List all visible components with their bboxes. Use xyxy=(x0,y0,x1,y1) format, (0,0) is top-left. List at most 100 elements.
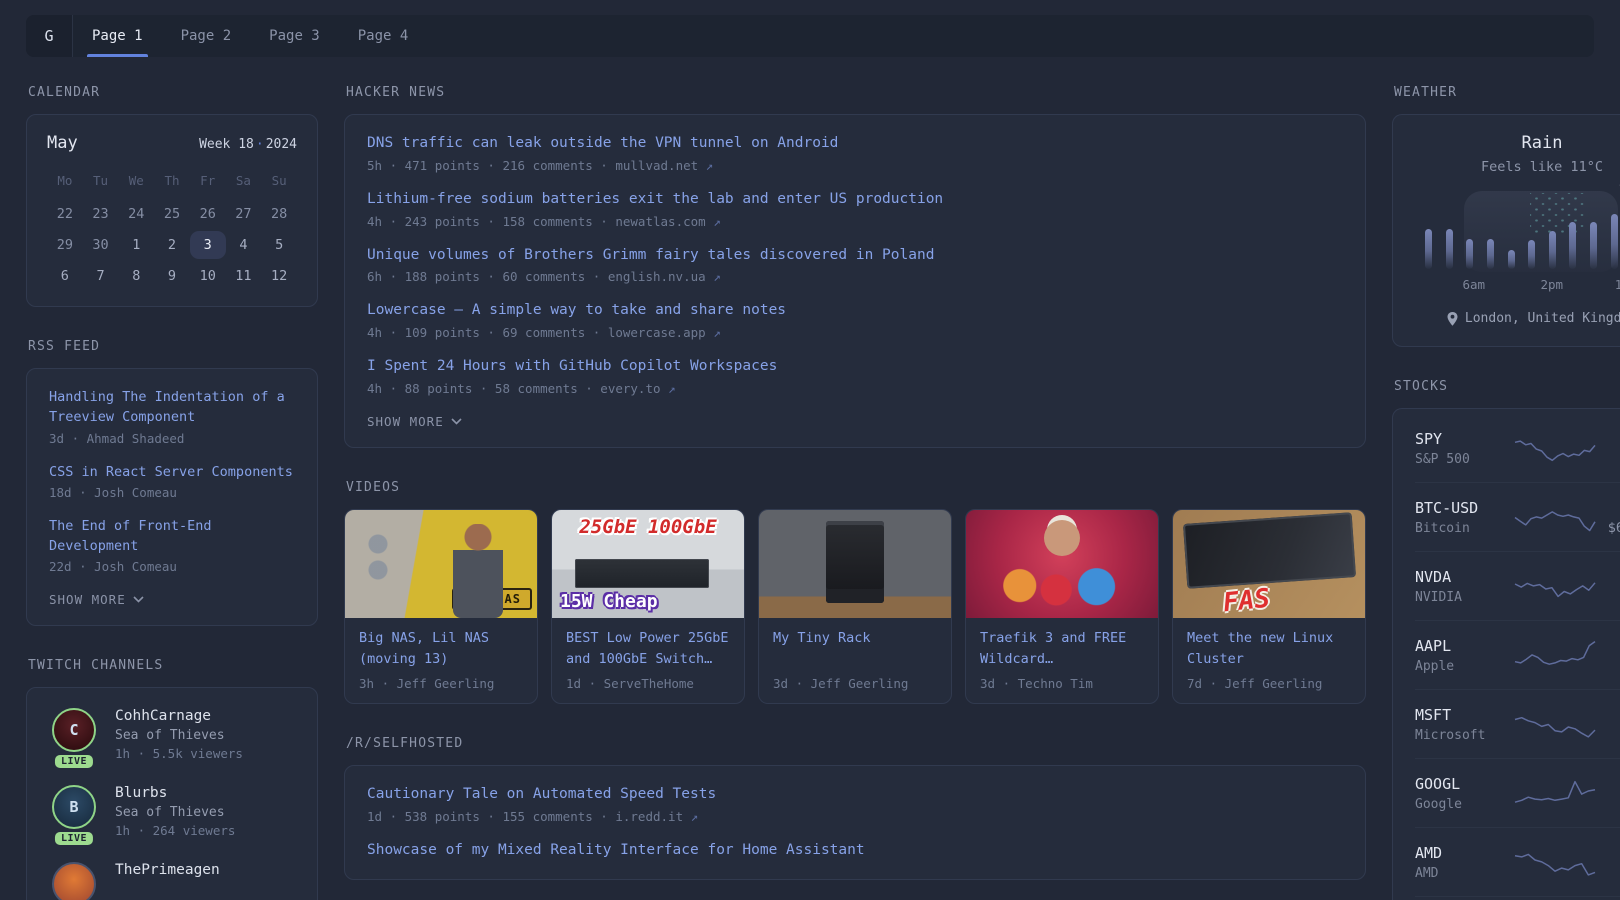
calendar-day-selected: 3 xyxy=(190,231,226,259)
video-card: My Tiny Rack 3d · Jeff Geerling xyxy=(758,509,952,704)
video-thumbnail[interactable] xyxy=(966,510,1158,618)
hackernews-item-title[interactable]: Lithium-free sodium batteries exit the l… xyxy=(367,189,1343,211)
stock-id: AMDAMD xyxy=(1415,844,1513,881)
video-title[interactable]: Traefik 3 and FREE Wildcard… xyxy=(980,628,1144,670)
calendar-day: 6 xyxy=(47,262,83,290)
calendar-day: 27 xyxy=(226,200,262,228)
hackernews-section: HACKER NEWS DNS traffic can leak outside… xyxy=(344,85,1366,448)
stock-name: Bitcoin xyxy=(1415,521,1513,536)
reddit-item-title[interactable]: Cautionary Tale on Automated Speed Tests xyxy=(367,784,1343,806)
chevron-down-icon xyxy=(133,596,144,603)
sparkline-chart xyxy=(1513,567,1597,605)
calendar-day: 12 xyxy=(261,262,297,290)
calendar-day: 23 xyxy=(83,200,119,228)
weekday-label: Sa xyxy=(226,173,262,188)
video-thumbnail[interactable]: FAS xyxy=(1173,510,1365,618)
stock-price: $888.40 xyxy=(1597,589,1620,605)
weekday-label: Mo xyxy=(47,173,83,188)
weather-section: WEATHER Rain Feels like 11°C 12° 6am2pm1… xyxy=(1392,85,1620,347)
stock-row[interactable]: SPYS&P 500+1.29%$511.57 xyxy=(1415,414,1620,482)
video-title[interactable]: BEST Low Power 25GbE and 100GbE Switch… xyxy=(566,628,730,670)
stock-row[interactable]: AAPLApple+6.87%$184.91 xyxy=(1415,620,1620,689)
stock-symbol: MSFT xyxy=(1415,706,1513,724)
tab-page-4[interactable]: Page 4 xyxy=(339,15,428,57)
rss-meta-text: 3d · Ahmad Shadeed xyxy=(49,431,184,446)
external-link-icon: ↗ xyxy=(713,214,721,229)
reddit-widget: Cautionary Tale on Automated Speed Tests… xyxy=(344,765,1366,881)
hackernews-item-title[interactable]: DNS traffic can leak outside the VPN tun… xyxy=(367,133,1343,155)
hackernews-meta-text: 6h · 188 points · 60 comments · xyxy=(367,269,608,284)
app-logo[interactable]: G xyxy=(26,15,73,57)
stock-row[interactable]: GOOGLGoogle+0.10%$166.78 xyxy=(1415,758,1620,827)
reddit-item-domain: i.redd.it xyxy=(615,809,690,824)
sparkline-chart xyxy=(1513,429,1597,467)
chevron-down-icon xyxy=(451,418,462,425)
stock-values: +4.40%$61,725.48 xyxy=(1597,498,1620,536)
avatar-wrap: BLIVE xyxy=(49,785,99,838)
video-title[interactable]: My Tiny Rack xyxy=(773,628,937,670)
stock-row[interactable]: RDDT-1.65% xyxy=(1415,896,1620,900)
hackernews-item-title[interactable]: I Spent 24 Hours with GitHub Copilot Wor… xyxy=(367,356,1343,378)
tab-page-2[interactable]: Page 2 xyxy=(162,15,251,57)
hackernews-item-title[interactable]: Unique volumes of Brothers Grimm fairy t… xyxy=(367,245,1343,267)
stock-row[interactable]: BTC-USDBitcoin +4.40%$61,725.48 xyxy=(1415,482,1620,551)
rss-show-more-button[interactable]: SHOW MORE xyxy=(49,592,295,607)
hackernews-item: I Spent 24 Hours with GitHub Copilot Wor… xyxy=(367,356,1343,396)
calendar-days: 222324252627282930123456789101112 xyxy=(47,200,297,290)
stock-values: +1.29%$511.57 xyxy=(1597,429,1620,467)
separator-dot: · xyxy=(254,137,266,152)
tab-page-1[interactable]: Page 1 xyxy=(73,15,162,57)
twitch-channel-game: Sea of Thieves xyxy=(115,728,243,743)
rss-item-title[interactable]: Handling The Indentation of a Treeview C… xyxy=(49,387,295,428)
stock-row[interactable]: MSFTMicrosoft+2.16%$406.43 xyxy=(1415,689,1620,758)
twitch-channel-game: Sea of Thieves xyxy=(115,805,235,820)
hackernews-item-title[interactable]: Lowercase – A simple way to take and sha… xyxy=(367,300,1343,322)
thumbnail-text: LIL NAS xyxy=(452,588,532,610)
weather-time-label: 10pm xyxy=(1615,277,1620,292)
rss-items: Handling The Indentation of a Treeview C… xyxy=(49,387,295,574)
thumbnail-text: 25GbE 100GbE xyxy=(552,516,744,538)
video-meta: 3d · Jeff Geerling xyxy=(773,676,937,691)
hackernews-items: DNS traffic can leak outside the VPN tun… xyxy=(367,133,1343,396)
reddit-item-title[interactable]: Showcase of my Mixed Reality Interface f… xyxy=(367,840,1343,862)
hackernews-show-more-button[interactable]: SHOW MORE xyxy=(367,414,1343,429)
calendar-day: 26 xyxy=(190,200,226,228)
stock-id: GOOGLGoogle xyxy=(1415,775,1513,812)
hackernews-item: Lowercase – A simple way to take and sha… xyxy=(367,300,1343,340)
right-column: WEATHER Rain Feels like 11°C 12° 6am2pm1… xyxy=(1392,85,1620,900)
stock-row[interactable]: NVDANVIDIA+3.52%$888.40 xyxy=(1415,551,1620,620)
weather-bar xyxy=(1466,239,1473,269)
avatar xyxy=(52,862,96,900)
stock-sparkline xyxy=(1513,705,1597,743)
external-link-icon: ↗ xyxy=(713,269,721,284)
stock-row[interactable]: AMDAMD +2.94%$150.45 xyxy=(1415,827,1620,896)
live-badge: LIVE xyxy=(55,832,93,845)
section-title-stocks: STOCKS xyxy=(1394,379,1620,394)
stock-name: Google xyxy=(1415,797,1513,812)
twitch-channel-row[interactable]: BLIVEBlurbsSea of Thieves1h · 264 viewer… xyxy=(49,785,295,838)
external-link-icon: ↗ xyxy=(691,809,699,824)
video-thumbnail[interactable]: LIL NAS xyxy=(345,510,537,618)
calendar-day: 24 xyxy=(118,200,154,228)
thumbnail-text: 15W Cheap xyxy=(560,591,658,612)
weather-bar xyxy=(1611,214,1618,269)
hackernews-item-domain: newatlas.com xyxy=(615,214,713,229)
twitch-channel-row[interactable]: CLIVECohhCarnageSea of Thieves1h · 5.5k … xyxy=(49,708,295,761)
twitch-channel-name: CohhCarnage xyxy=(115,708,243,724)
video-title[interactable]: Big NAS, Lil NAS (moving 13) xyxy=(359,628,523,670)
stock-id: BTC-USDBitcoin xyxy=(1415,499,1513,536)
rss-item-title[interactable]: The End of Front-End Development xyxy=(49,516,295,557)
tab-page-3[interactable]: Page 3 xyxy=(250,15,339,57)
video-thumbnail[interactable] xyxy=(759,510,951,618)
section-title-weather: WEATHER xyxy=(1394,85,1620,100)
video-thumbnail[interactable]: 25GbE 100GbE 15W Cheap xyxy=(552,510,744,618)
stock-price: $166.78 xyxy=(1597,796,1620,812)
stock-values: +2.94%$150.45 xyxy=(1597,843,1620,881)
rss-item-title[interactable]: CSS in React Server Components xyxy=(49,462,295,482)
stock-price: $184.91 xyxy=(1597,658,1620,674)
twitch-channel-row[interactable]: ThePrimeagen xyxy=(49,862,295,900)
video-title[interactable]: Meet the new Linux Cluster xyxy=(1187,628,1351,670)
video-card: FAS Meet the new Linux Cluster 7d · Jeff G… xyxy=(1172,509,1366,704)
video-meta: 7d · Jeff Geerling xyxy=(1187,676,1351,691)
weather-condition: Rain xyxy=(1413,133,1620,153)
